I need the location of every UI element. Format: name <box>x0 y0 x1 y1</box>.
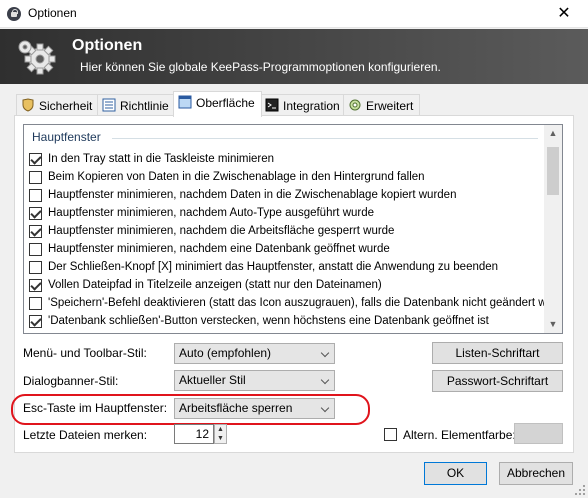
checkbox[interactable] <box>29 314 42 328</box>
esc-key-select[interactable]: Arbeitsfläche sperren <box>174 398 335 419</box>
stepper-buttons[interactable]: ▲ ▼ <box>214 424 227 444</box>
main-window-options-list[interactable]: Hauptfenster In den Tray statt in die Ta… <box>23 124 563 334</box>
group-divider <box>112 138 538 139</box>
title-bar: Optionen ✕ <box>0 0 588 28</box>
banner-subtitle: Hier können Sie globale KeePass-Programm… <box>80 60 441 74</box>
list-item[interactable]: 'Datenbank schließen'-Button verstecken,… <box>29 312 539 330</box>
option-label: Hauptfenster minimieren, nachdem Daten i… <box>48 189 457 201</box>
option-label: In den Tray statt in die Taskleiste mini… <box>48 153 275 165</box>
keepass-lock-icon <box>7 7 21 21</box>
resize-grip-icon[interactable] <box>574 484 586 496</box>
cancel-button[interactable]: Abbrechen <box>499 462 573 485</box>
banner-style-select[interactable]: Aktueller Stil <box>174 370 335 391</box>
stepper-down-icon[interactable]: ▼ <box>215 434 226 443</box>
tab-label: Sicherheit <box>39 99 93 113</box>
list-item[interactable]: Hauptfenster minimieren, nachdem Daten i… <box>29 186 539 204</box>
checkbox[interactable] <box>29 296 42 310</box>
tab-label: Erweitert <box>366 99 414 113</box>
list-icon <box>102 98 116 112</box>
dialog-banner: Optionen Hier können Sie globale KeePass… <box>0 29 588 84</box>
tab-label: Oberfläche <box>196 96 255 110</box>
tab-integration[interactable]: Integration <box>260 94 347 116</box>
banner-title: Optionen <box>72 37 143 54</box>
option-label: Vollen Dateipfad in Titelzeile anzeigen … <box>48 279 382 291</box>
list-item[interactable]: Vollen Dateipfad in Titelzeile anzeigen … <box>29 276 539 294</box>
list-item[interactable]: Hauptfenster minimieren, nachdem eine Da… <box>29 240 539 258</box>
select-value: Arbeitsfläche sperren <box>179 401 293 415</box>
checkbox[interactable] <box>29 188 42 202</box>
checkbox[interactable] <box>29 152 42 166</box>
list-item[interactable]: Der Schließen-Knopf [X] minimiert das Ha… <box>29 258 539 276</box>
list-item[interactable]: 'Speichern'-Befehl deaktivieren (statt d… <box>29 294 562 312</box>
option-label: Der Schließen-Knopf [X] minimiert das Ha… <box>48 261 499 273</box>
option-label: Beim Kopieren von Daten in die Zwischena… <box>48 171 425 183</box>
list-font-button[interactable]: Listen-Schriftart <box>432 342 563 364</box>
tab-label: Richtlinie <box>120 99 169 113</box>
option-label: Hauptfenster minimieren, nachdem eine Da… <box>48 243 390 255</box>
menu-style-label: Menü- und Toolbar-Stil: <box>23 346 147 360</box>
chevron-down-icon <box>320 375 330 385</box>
option-label: 'Speichern'-Befehl deaktivieren (statt d… <box>48 297 563 309</box>
close-button[interactable]: ✕ <box>540 0 588 28</box>
ok-button[interactable]: OK <box>424 462 487 485</box>
window-icon <box>178 95 192 109</box>
recent-files-stepper[interactable]: 12 <box>174 424 214 444</box>
gears-icon <box>18 40 56 75</box>
checkbox[interactable] <box>29 242 42 256</box>
scroll-down-icon[interactable]: ▼ <box>544 316 562 333</box>
chevron-down-icon <box>320 348 330 358</box>
advanced-icon <box>349 99 361 111</box>
shield-icon <box>22 98 34 112</box>
checkbox[interactable] <box>29 170 42 184</box>
checkbox[interactable] <box>29 278 42 292</box>
menu-style-select[interactable]: Auto (empfohlen) <box>174 343 335 364</box>
terminal-icon <box>265 98 279 112</box>
checkbox[interactable] <box>29 206 42 220</box>
scroll-thumb[interactable] <box>547 147 559 195</box>
tab-richtlinie[interactable]: Richtlinie <box>97 94 176 116</box>
scroll-up-icon[interactable]: ▲ <box>544 125 562 142</box>
option-label: 'Datenbank schließen'-Button verstecken,… <box>48 315 489 327</box>
stepper-up-icon[interactable]: ▲ <box>215 425 226 434</box>
list-item[interactable]: Beim Kopieren von Daten in die Zwischena… <box>29 168 539 186</box>
select-value: Auto (empfohlen) <box>179 346 272 360</box>
banner-style-label: Dialogbanner-Stil: <box>23 374 119 388</box>
esc-key-label: Esc-Taste im Hauptfenster: <box>23 401 168 415</box>
group-heading: Hauptfenster <box>32 130 101 144</box>
tab-label: Integration <box>283 99 340 113</box>
list-item[interactable]: In den Tray statt in die Taskleiste mini… <box>29 150 539 168</box>
window-title: Optionen <box>28 6 77 20</box>
recent-files-label: Letzte Dateien merken: <box>23 428 148 442</box>
vertical-scrollbar[interactable]: ▲ ▼ <box>544 125 562 333</box>
list-item[interactable]: Hauptfenster minimieren, nachdem die Arb… <box>29 222 539 240</box>
tab-erweitert[interactable]: Erweitert <box>343 94 421 116</box>
alt-color-label: Altern. Elementfarbe: <box>403 428 516 442</box>
checkbox[interactable] <box>29 260 42 274</box>
tab-oberflaeche[interactable]: Oberfläche <box>173 91 262 117</box>
alt-color-checkbox[interactable] <box>384 428 397 441</box>
option-label: Hauptfenster minimieren, nachdem Auto-Ty… <box>48 207 375 219</box>
option-label: Hauptfenster minimieren, nachdem die Arb… <box>48 225 395 237</box>
select-value: Aktueller Stil <box>179 373 246 387</box>
tab-sicherheit[interactable]: Sicherheit <box>16 94 100 116</box>
password-font-button[interactable]: Passwort-Schriftart <box>432 370 563 392</box>
alt-color-button[interactable] <box>514 423 563 444</box>
list-item[interactable]: Hauptfenster minimieren, nachdem Auto-Ty… <box>29 204 539 222</box>
chevron-down-icon <box>320 403 330 413</box>
checkbox[interactable] <box>29 224 42 238</box>
stepper-value: 12 <box>195 427 209 441</box>
